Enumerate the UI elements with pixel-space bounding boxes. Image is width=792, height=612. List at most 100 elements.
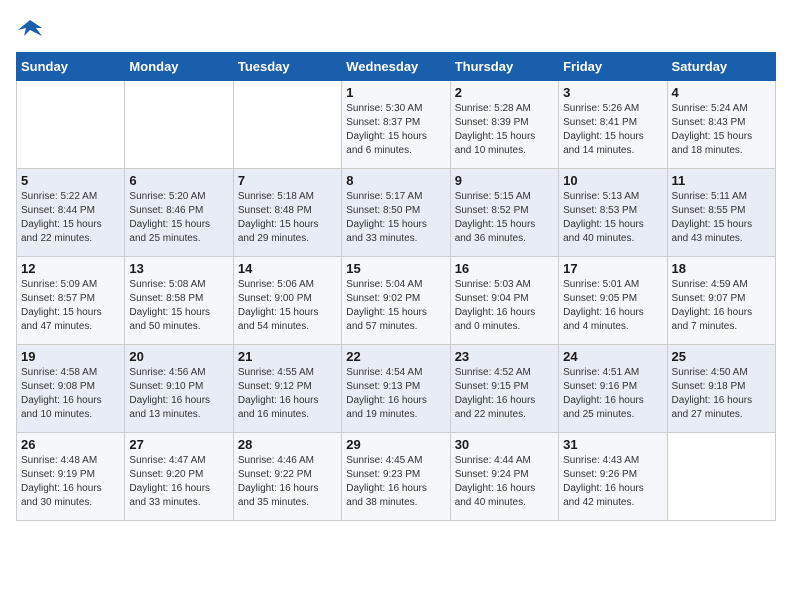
day-info: Sunrise: 5:06 AM Sunset: 9:00 PM Dayligh… bbox=[238, 278, 337, 334]
week-row: 19 Sunrise: 4:58 AM Sunset: 9:08 PM Dayli… bbox=[17, 345, 776, 433]
calendar-cell: 1 Sunrise: 5:30 AM Sunset: 8:37 PM Daylig… bbox=[342, 81, 450, 169]
day-number: 15 bbox=[346, 261, 445, 276]
header-row: SundayMondayTuesdayWednesdayThursdayFrid… bbox=[17, 53, 776, 81]
calendar-cell bbox=[233, 81, 341, 169]
day-info: Sunrise: 5:04 AM Sunset: 9:02 PM Dayligh… bbox=[346, 278, 445, 334]
day-number: 9 bbox=[455, 173, 554, 188]
col-header-wednesday: Wednesday bbox=[342, 53, 450, 81]
day-number: 24 bbox=[563, 349, 662, 364]
calendar-cell: 31 Sunrise: 4:43 AM Sunset: 9:26 PM Dayli… bbox=[559, 433, 667, 521]
day-number: 31 bbox=[563, 437, 662, 452]
day-info: Sunrise: 5:20 AM Sunset: 8:46 PM Dayligh… bbox=[129, 190, 228, 246]
col-header-tuesday: Tuesday bbox=[233, 53, 341, 81]
day-number: 10 bbox=[563, 173, 662, 188]
day-info: Sunrise: 5:24 AM Sunset: 8:43 PM Dayligh… bbox=[672, 102, 771, 158]
calendar-cell: 8 Sunrise: 5:17 AM Sunset: 8:50 PM Daylig… bbox=[342, 169, 450, 257]
calendar-cell: 26 Sunrise: 4:48 AM Sunset: 9:19 PM Dayli… bbox=[17, 433, 125, 521]
day-info: Sunrise: 5:11 AM Sunset: 8:55 PM Dayligh… bbox=[672, 190, 771, 246]
day-number: 3 bbox=[563, 85, 662, 100]
calendar-cell: 9 Sunrise: 5:15 AM Sunset: 8:52 PM Daylig… bbox=[450, 169, 558, 257]
calendar-cell: 28 Sunrise: 4:46 AM Sunset: 9:22 PM Dayli… bbox=[233, 433, 341, 521]
calendar-cell: 19 Sunrise: 4:58 AM Sunset: 9:08 PM Dayli… bbox=[17, 345, 125, 433]
calendar-cell: 2Sunrise: 5:28 AM Sunset: 8:39 PM Daylig… bbox=[450, 81, 558, 169]
day-number: 22 bbox=[346, 349, 445, 364]
calendar-cell: 10 Sunrise: 5:13 AM Sunset: 8:53 PM Dayli… bbox=[559, 169, 667, 257]
day-info: Sunrise: 5:15 AM Sunset: 8:52 PM Dayligh… bbox=[455, 190, 554, 246]
day-info: Sunrise: 4:55 AM Sunset: 9:12 PM Dayligh… bbox=[238, 366, 337, 422]
day-info: Sunrise: 4:52 AM Sunset: 9:15 PM Dayligh… bbox=[455, 366, 554, 422]
day-number: 19 bbox=[21, 349, 120, 364]
calendar-cell: 23 Sunrise: 4:52 AM Sunset: 9:15 PM Dayli… bbox=[450, 345, 558, 433]
logo bbox=[16, 16, 48, 44]
calendar-cell: 14 Sunrise: 5:06 AM Sunset: 9:00 PM Dayli… bbox=[233, 257, 341, 345]
day-number: 28 bbox=[238, 437, 337, 452]
week-row: 26 Sunrise: 4:48 AM Sunset: 9:19 PM Dayli… bbox=[17, 433, 776, 521]
day-number: 17 bbox=[563, 261, 662, 276]
day-number: 26 bbox=[21, 437, 120, 452]
day-number: 20 bbox=[129, 349, 228, 364]
calendar-cell: 18Sunrise: 4:59 AM Sunset: 9:07 PM Dayli… bbox=[667, 257, 775, 345]
day-number: 25 bbox=[672, 349, 771, 364]
day-number: 12 bbox=[21, 261, 120, 276]
day-info: Sunrise: 5:13 AM Sunset: 8:53 PM Dayligh… bbox=[563, 190, 662, 246]
calendar-cell: 4Sunrise: 5:24 AM Sunset: 8:43 PM Daylig… bbox=[667, 81, 775, 169]
day-info: Sunrise: 5:03 AM Sunset: 9:04 PM Dayligh… bbox=[455, 278, 554, 334]
day-number: 27 bbox=[129, 437, 228, 452]
col-header-thursday: Thursday bbox=[450, 53, 558, 81]
day-info: Sunrise: 4:54 AM Sunset: 9:13 PM Dayligh… bbox=[346, 366, 445, 422]
calendar-cell: 20 Sunrise: 4:56 AM Sunset: 9:10 PM Dayli… bbox=[125, 345, 233, 433]
day-number: 5 bbox=[21, 173, 120, 188]
calendar-cell: 29 Sunrise: 4:45 AM Sunset: 9:23 PM Dayli… bbox=[342, 433, 450, 521]
day-number: 11 bbox=[672, 173, 771, 188]
day-info: Sunrise: 5:26 AM Sunset: 8:41 PM Dayligh… bbox=[563, 102, 662, 158]
day-number: 16 bbox=[455, 261, 554, 276]
day-info: Sunrise: 5:17 AM Sunset: 8:50 PM Dayligh… bbox=[346, 190, 445, 246]
day-number: 29 bbox=[346, 437, 445, 452]
day-info: Sunrise: 5:01 AM Sunset: 9:05 PM Dayligh… bbox=[563, 278, 662, 334]
week-row: 12 Sunrise: 5:09 AM Sunset: 8:57 PM Dayli… bbox=[17, 257, 776, 345]
calendar-cell: 22 Sunrise: 4:54 AM Sunset: 9:13 PM Dayli… bbox=[342, 345, 450, 433]
col-header-friday: Friday bbox=[559, 53, 667, 81]
day-number: 7 bbox=[238, 173, 337, 188]
day-info: Sunrise: 4:46 AM Sunset: 9:22 PM Dayligh… bbox=[238, 454, 337, 510]
day-info: Sunrise: 4:43 AM Sunset: 9:26 PM Dayligh… bbox=[563, 454, 662, 510]
header bbox=[16, 16, 776, 44]
calendar-table: SundayMondayTuesdayWednesdayThursdayFrid… bbox=[16, 52, 776, 521]
logo-bird-icon bbox=[16, 16, 44, 44]
day-info: Sunrise: 4:58 AM Sunset: 9:08 PM Dayligh… bbox=[21, 366, 120, 422]
calendar-cell: 12 Sunrise: 5:09 AM Sunset: 8:57 PM Dayli… bbox=[17, 257, 125, 345]
calendar-cell: 13 Sunrise: 5:08 AM Sunset: 8:58 PM Dayli… bbox=[125, 257, 233, 345]
calendar-cell: 25 Sunrise: 4:50 AM Sunset: 9:18 PM Dayli… bbox=[667, 345, 775, 433]
day-number: 13 bbox=[129, 261, 228, 276]
day-number: 1 bbox=[346, 85, 445, 100]
calendar-cell: 16 Sunrise: 5:03 AM Sunset: 9:04 PM Dayli… bbox=[450, 257, 558, 345]
day-info: Sunrise: 4:48 AM Sunset: 9:19 PM Dayligh… bbox=[21, 454, 120, 510]
calendar-cell: 3 Sunrise: 5:26 AM Sunset: 8:41 PM Daylig… bbox=[559, 81, 667, 169]
day-info: Sunrise: 4:56 AM Sunset: 9:10 PM Dayligh… bbox=[129, 366, 228, 422]
day-number: 18 bbox=[672, 261, 771, 276]
calendar-cell: 21 Sunrise: 4:55 AM Sunset: 9:12 PM Dayli… bbox=[233, 345, 341, 433]
day-number: 14 bbox=[238, 261, 337, 276]
calendar-cell bbox=[17, 81, 125, 169]
calendar-cell: 5Sunrise: 5:22 AM Sunset: 8:44 PM Daylig… bbox=[17, 169, 125, 257]
calendar-cell: 17 Sunrise: 5:01 AM Sunset: 9:05 PM Dayli… bbox=[559, 257, 667, 345]
day-info: Sunrise: 5:18 AM Sunset: 8:48 PM Dayligh… bbox=[238, 190, 337, 246]
day-info: Sunrise: 4:45 AM Sunset: 9:23 PM Dayligh… bbox=[346, 454, 445, 510]
day-info: Sunrise: 5:09 AM Sunset: 8:57 PM Dayligh… bbox=[21, 278, 120, 334]
day-number: 2 bbox=[455, 85, 554, 100]
day-info: Sunrise: 4:51 AM Sunset: 9:16 PM Dayligh… bbox=[563, 366, 662, 422]
calendar-cell: 24 Sunrise: 4:51 AM Sunset: 9:16 PM Dayli… bbox=[559, 345, 667, 433]
day-number: 21 bbox=[238, 349, 337, 364]
col-header-monday: Monday bbox=[125, 53, 233, 81]
day-info: Sunrise: 5:08 AM Sunset: 8:58 PM Dayligh… bbox=[129, 278, 228, 334]
calendar-cell: 30Sunrise: 4:44 AM Sunset: 9:24 PM Dayli… bbox=[450, 433, 558, 521]
col-header-saturday: Saturday bbox=[667, 53, 775, 81]
day-info: Sunrise: 4:50 AM Sunset: 9:18 PM Dayligh… bbox=[672, 366, 771, 422]
col-header-sunday: Sunday bbox=[17, 53, 125, 81]
day-info: Sunrise: 5:30 AM Sunset: 8:37 PM Dayligh… bbox=[346, 102, 445, 158]
day-number: 23 bbox=[455, 349, 554, 364]
day-number: 6 bbox=[129, 173, 228, 188]
calendar-cell: 6 Sunrise: 5:20 AM Sunset: 8:46 PM Daylig… bbox=[125, 169, 233, 257]
calendar-cell: 15 Sunrise: 5:04 AM Sunset: 9:02 PM Dayli… bbox=[342, 257, 450, 345]
day-number: 8 bbox=[346, 173, 445, 188]
